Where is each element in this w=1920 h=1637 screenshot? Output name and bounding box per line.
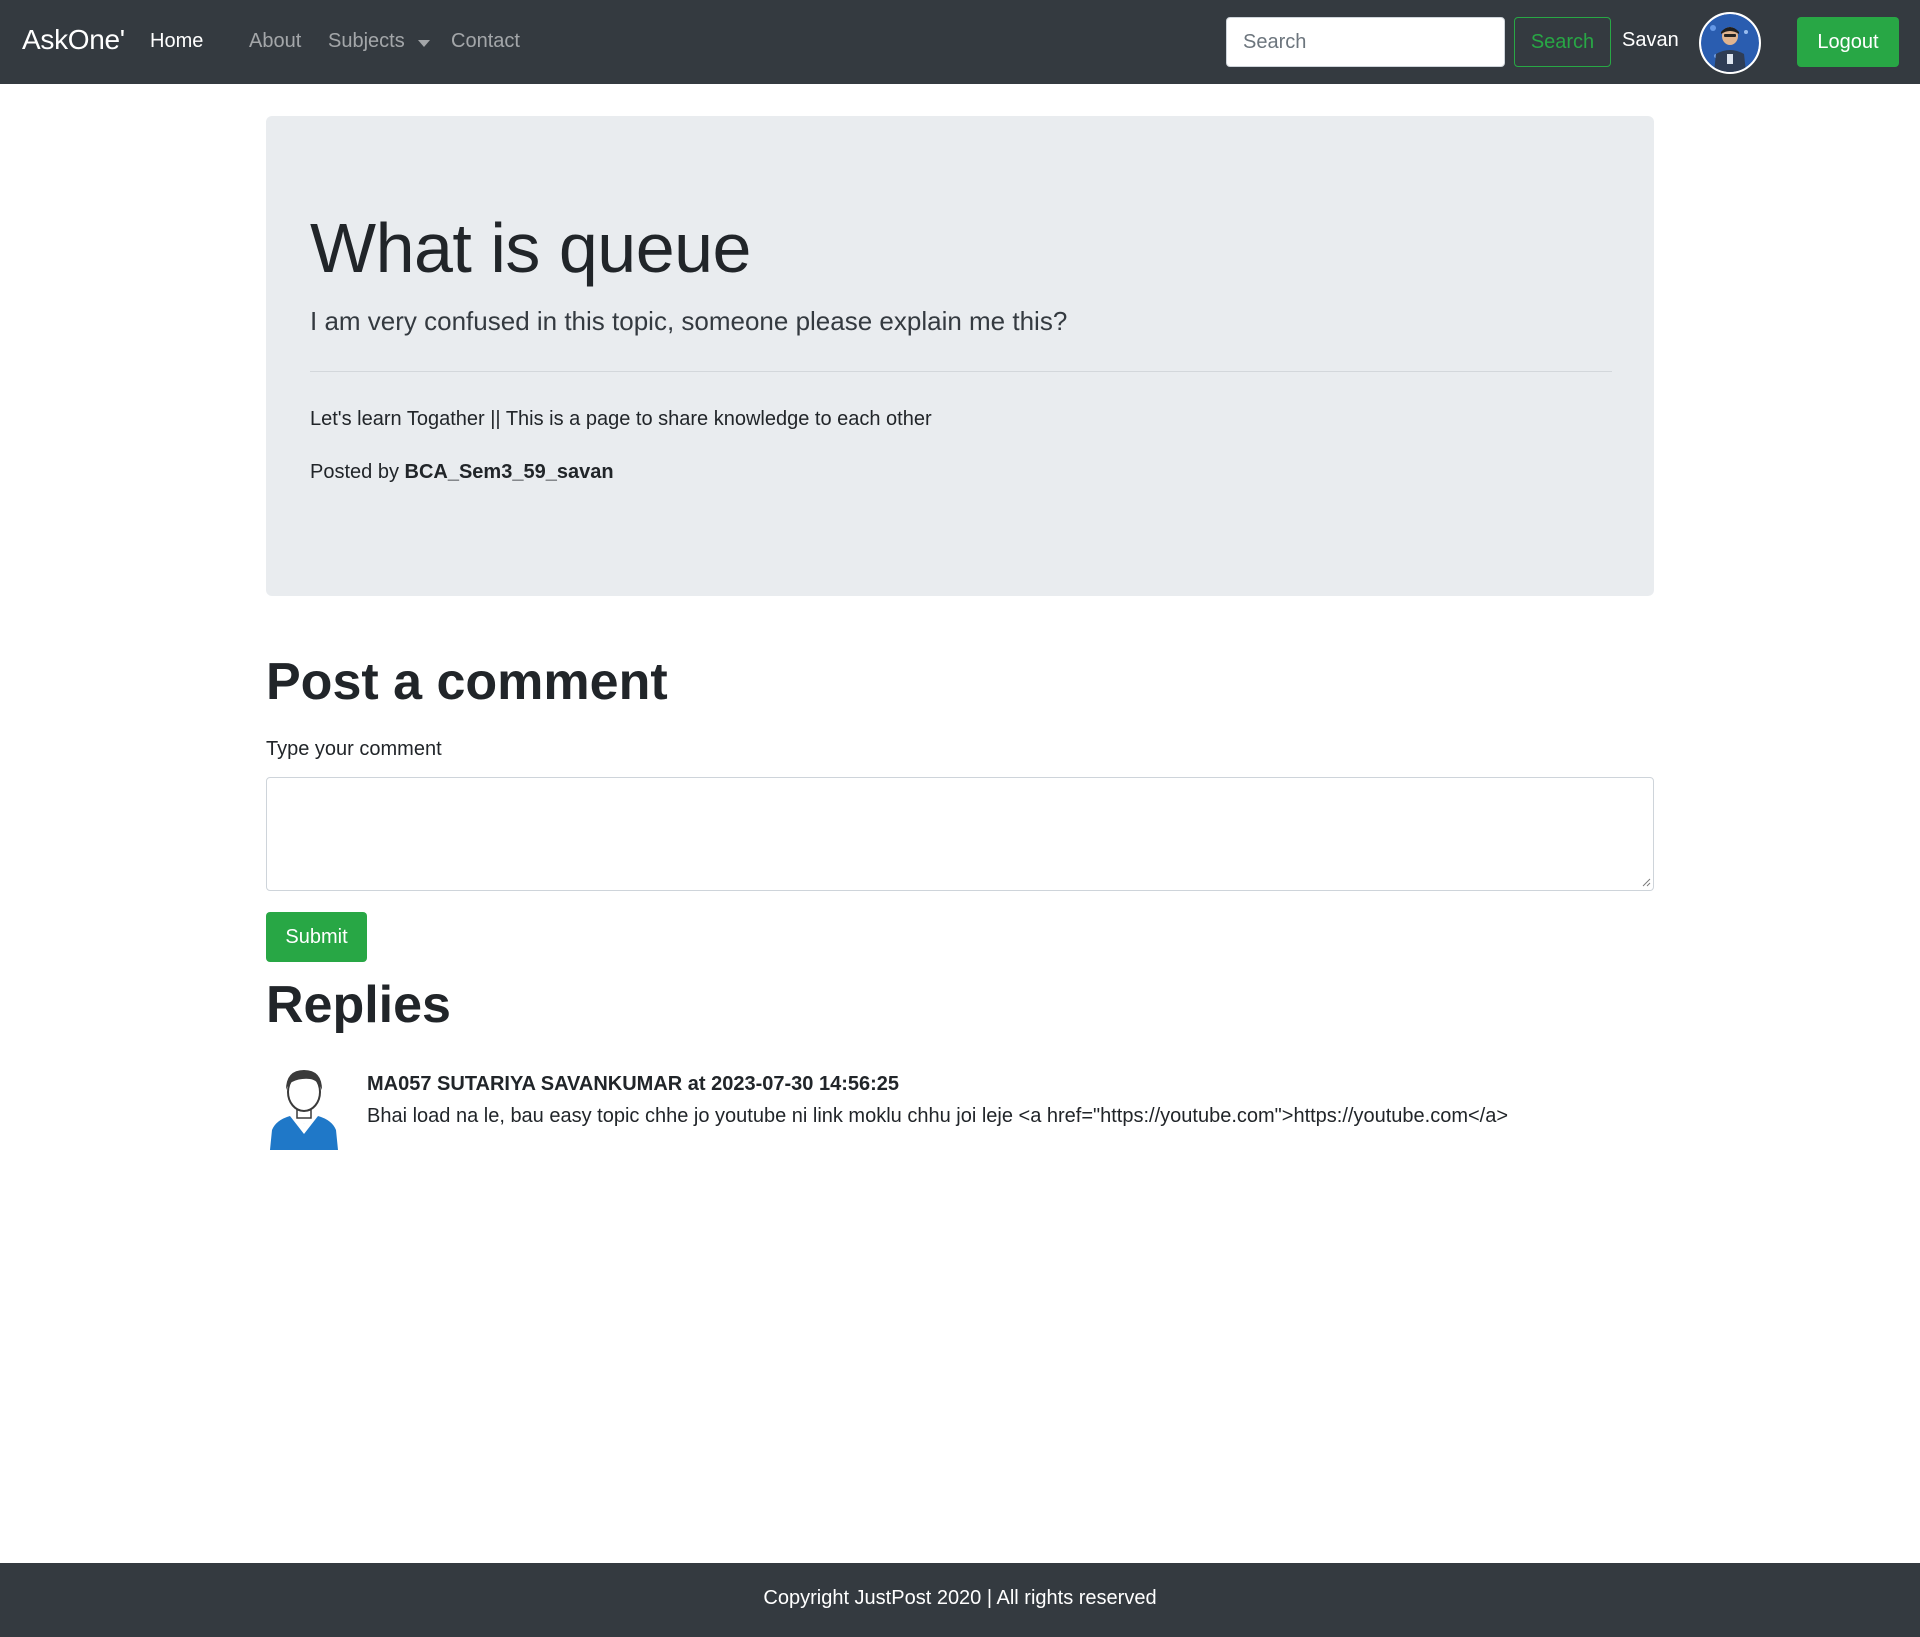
logout-button[interactable]: Logout <box>1797 17 1899 67</box>
thread-description: I am very confused in this topic, someon… <box>310 306 1068 336</box>
thread-title: What is queue <box>310 209 751 287</box>
footer-copyright: Copyright JustPost 2020 | All rights res… <box>763 1587 1157 1609</box>
post-comment-heading: Post a comment <box>266 653 668 711</box>
search-button[interactable]: Search <box>1514 17 1611 67</box>
reply-author-timestamp: MA057 SUTARIYA SAVANKUMAR at 2023-07-30 … <box>367 1073 900 1095</box>
thread-tagline: Let's learn Togather || This is a page t… <box>310 408 932 430</box>
brand-logo[interactable]: AskOne' <box>22 24 125 56</box>
replies-heading: Replies <box>266 976 451 1034</box>
posted-by-prefix: Posted by <box>310 461 405 483</box>
resize-handle-icon[interactable] <box>1641 877 1651 887</box>
posted-by: Posted by BCA_Sem3_59_savan <box>310 461 614 484</box>
comment-textarea[interactable] <box>266 777 1654 891</box>
thread-jumbotron: What is queue I am very confused in this… <box>266 116 1654 596</box>
nav-home[interactable]: Home <box>150 30 203 53</box>
avatar-photo <box>1701 14 1759 72</box>
reply-text: Bhai load na le, bau easy topic chhe jo … <box>367 1105 1509 1127</box>
search-input[interactable] <box>1226 17 1505 67</box>
comment-label: Type your comment <box>266 738 442 760</box>
chevron-down-icon[interactable] <box>418 40 430 47</box>
posted-by-user: BCA_Sem3_59_savan <box>404 461 614 483</box>
nav-about[interactable]: About <box>249 30 301 53</box>
submit-button[interactable]: Submit <box>266 912 367 962</box>
username-label: Savan <box>1622 29 1679 51</box>
user-photo-icon[interactable] <box>1699 12 1761 74</box>
default-user-icon <box>270 1070 338 1150</box>
divider <box>310 371 1612 372</box>
nav-contact[interactable]: Contact <box>451 30 520 53</box>
navbar: AskOne' Home About Subjects Contact Sear… <box>0 0 1920 84</box>
footer: Copyright JustPost 2020 | All rights res… <box>0 1563 1920 1637</box>
nav-subjects-dropdown[interactable]: Subjects <box>328 30 405 53</box>
